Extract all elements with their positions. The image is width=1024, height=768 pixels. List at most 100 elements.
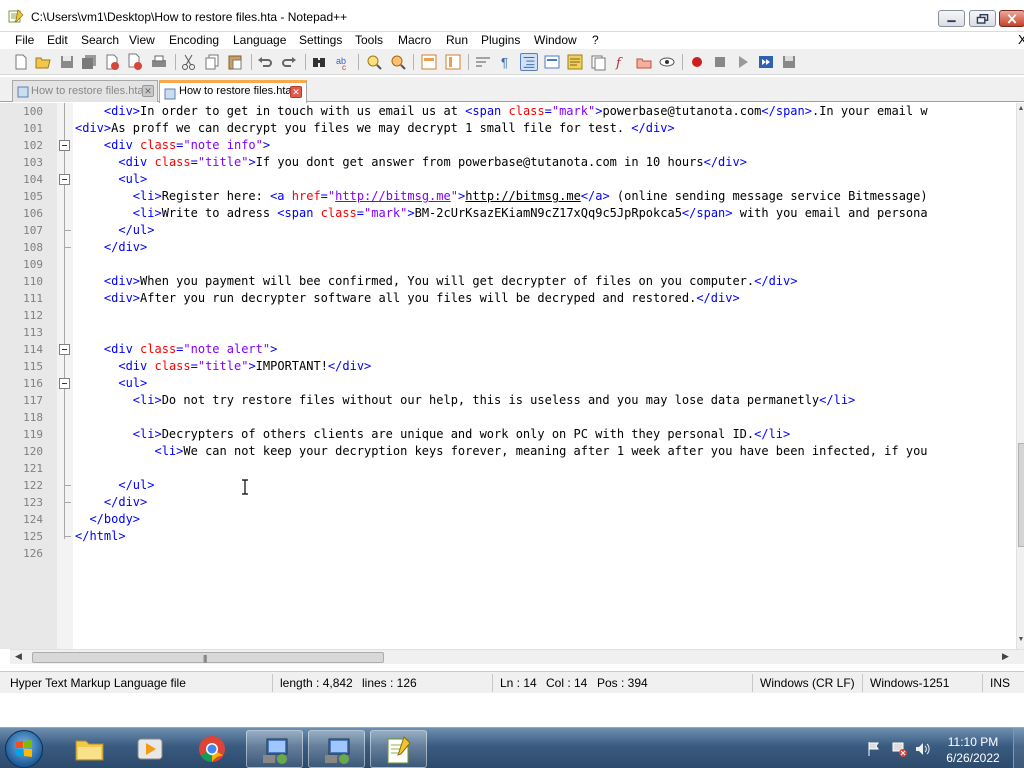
new-file-icon[interactable] (12, 53, 30, 71)
word-wrap-icon[interactable] (474, 53, 492, 71)
close-button[interactable] (999, 10, 1024, 27)
menu-encoding[interactable]: Encoding (169, 33, 219, 47)
vertical-scrollbar[interactable]: ▲ ▼ (1016, 103, 1024, 649)
menu-view[interactable]: View (129, 33, 155, 47)
indent-guide-icon[interactable] (520, 53, 538, 71)
paste-icon[interactable] (226, 53, 244, 71)
code-line[interactable]: 108 </div> (0, 239, 1024, 256)
code-line[interactable]: 123 </div> (0, 494, 1024, 511)
code-line[interactable]: 102 <div class="note info"> (0, 137, 1024, 154)
play-macro-icon[interactable] (734, 53, 752, 71)
code-line[interactable]: 107 </ul> (0, 222, 1024, 239)
horizontal-scroll-thumb[interactable]: ||| (32, 652, 384, 663)
taskbar-media-player[interactable] (122, 730, 179, 768)
function-list-icon[interactable]: f (612, 53, 630, 71)
scroll-right-icon[interactable]: ▶ (1002, 651, 1009, 662)
code-line[interactable]: 121 (0, 460, 1024, 477)
code-line[interactable]: 116 <ul> (0, 375, 1024, 392)
menu-macro[interactable]: Macro (398, 33, 431, 47)
code-line[interactable]: 100 <div>In order to get in touch with u… (0, 103, 1024, 120)
code-line[interactable]: 120 <li>We can not keep your decryption … (0, 443, 1024, 460)
run-macro-multiple-icon[interactable] (757, 53, 775, 71)
save-macro-icon[interactable] (780, 53, 798, 71)
menu-language[interactable]: Language (233, 33, 286, 47)
scroll-left-icon[interactable]: ◀ (15, 651, 22, 662)
undo-icon[interactable] (256, 53, 274, 71)
code-line[interactable]: 114 <div class="note alert"> (0, 341, 1024, 358)
show-all-chars-icon[interactable]: ¶ (497, 53, 515, 71)
menu-search[interactable]: Search (81, 33, 119, 47)
redo-icon[interactable] (280, 53, 298, 71)
network-disconnected-icon[interactable] (890, 740, 908, 758)
menu-settings[interactable]: Settings (299, 33, 342, 47)
horizontal-scrollbar[interactable]: ◀ ||| ▶ (10, 649, 1024, 664)
fold-toggle-icon[interactable] (59, 378, 70, 389)
scroll-up-icon[interactable]: ▲ (1017, 105, 1024, 112)
code-line[interactable]: 119 <li>Decrypters of others clients are… (0, 426, 1024, 443)
close-document-x[interactable]: X (1018, 32, 1024, 47)
show-desktop-button[interactable] (1013, 728, 1024, 768)
doc-list-icon[interactable] (589, 53, 607, 71)
tab-close-icon[interactable]: ✕ (290, 86, 302, 98)
close-file-icon[interactable] (103, 53, 121, 71)
action-center-flag-icon[interactable] (865, 740, 883, 758)
menu-edit[interactable]: Edit (47, 33, 68, 47)
code-line[interactable]: 105 <li>Register here: <a href="http://b… (0, 188, 1024, 205)
menu-file[interactable]: File (15, 33, 34, 47)
cut-icon[interactable] (180, 53, 198, 71)
replace-icon[interactable]: ab c (334, 53, 352, 72)
code-line[interactable]: 109 (0, 256, 1024, 273)
close-all-icon[interactable] (126, 53, 144, 71)
code-line[interactable]: 106 <li>Write to adress <span class="mar… (0, 205, 1024, 222)
print-icon[interactable] (150, 53, 168, 71)
code-line[interactable]: 111 <div>After you run decrypter softwar… (0, 290, 1024, 307)
fold-toggle-icon[interactable] (59, 140, 70, 151)
code-line[interactable]: 112 (0, 307, 1024, 324)
taskbar-explorer[interactable] (61, 730, 118, 768)
menu-run[interactable]: Run (446, 33, 468, 47)
menu-window[interactable]: Window (534, 33, 577, 47)
code-line[interactable]: 117 <li>Do not try restore files without… (0, 392, 1024, 409)
code-line[interactable]: 126 (0, 545, 1024, 562)
code-line[interactable]: 115 <div class="title">IMPORTANT!</div> (0, 358, 1024, 375)
copy-icon[interactable] (203, 53, 221, 71)
taskbar-network-app-2[interactable] (308, 730, 365, 768)
code-editor[interactable]: 100 <div>In order to get in touch with u… (0, 103, 1024, 649)
lang-define-icon[interactable] (543, 53, 561, 71)
code-line[interactable]: 118 (0, 409, 1024, 426)
monitoring-icon[interactable] (658, 53, 676, 71)
volume-icon[interactable] (914, 740, 932, 758)
code-line[interactable]: 101 <div>As proff we can decrypt you file… (0, 120, 1024, 137)
stop-macro-icon[interactable] (711, 53, 729, 71)
code-line[interactable]: 113 (0, 324, 1024, 341)
folder-workspace-icon[interactable] (635, 53, 653, 71)
fold-toggle-icon[interactable] (59, 344, 70, 355)
taskbar-notepadpp[interactable] (370, 730, 427, 768)
system-clock[interactable]: 11:10 PM 6/26/2022 (940, 734, 1006, 766)
record-macro-icon[interactable] (688, 53, 706, 71)
start-button[interactable] (5, 730, 43, 768)
menu-tools[interactable]: Tools (355, 33, 383, 47)
tab-close-icon[interactable]: ✕ (142, 85, 154, 97)
code-line[interactable]: 103 <div class="title">If you dont get a… (0, 154, 1024, 171)
fold-toggle-icon[interactable] (59, 174, 70, 185)
open-file-icon[interactable] (34, 53, 52, 71)
minimize-button[interactable] (938, 10, 965, 27)
find-icon[interactable] (310, 53, 328, 71)
code-line[interactable]: 124 </body> (0, 511, 1024, 528)
tab-how-to-restore-1[interactable]: How to restore files.hta ✕ (12, 80, 158, 102)
code-line[interactable]: 122 </ul> (0, 477, 1024, 494)
zoom-out-icon[interactable] (389, 53, 407, 71)
vertical-scroll-thumb[interactable] (1018, 443, 1024, 547)
tab-how-to-restore-2[interactable]: How to restore files.hta ✕ (159, 80, 307, 103)
code-line[interactable]: 125 </html> (0, 528, 1024, 545)
save-all-icon[interactable] (80, 53, 98, 71)
zoom-in-icon[interactable] (365, 53, 383, 71)
sync-vertical-icon[interactable] (420, 53, 438, 71)
doc-map-icon[interactable] (566, 53, 584, 71)
scroll-down-icon[interactable]: ▼ (1017, 636, 1024, 643)
menu-help[interactable]: ? (592, 33, 599, 47)
taskbar-network-app-1[interactable] (246, 730, 303, 768)
restore-button[interactable] (969, 10, 996, 27)
code-line[interactable]: 110 <div>When you payment will bee confi… (0, 273, 1024, 290)
